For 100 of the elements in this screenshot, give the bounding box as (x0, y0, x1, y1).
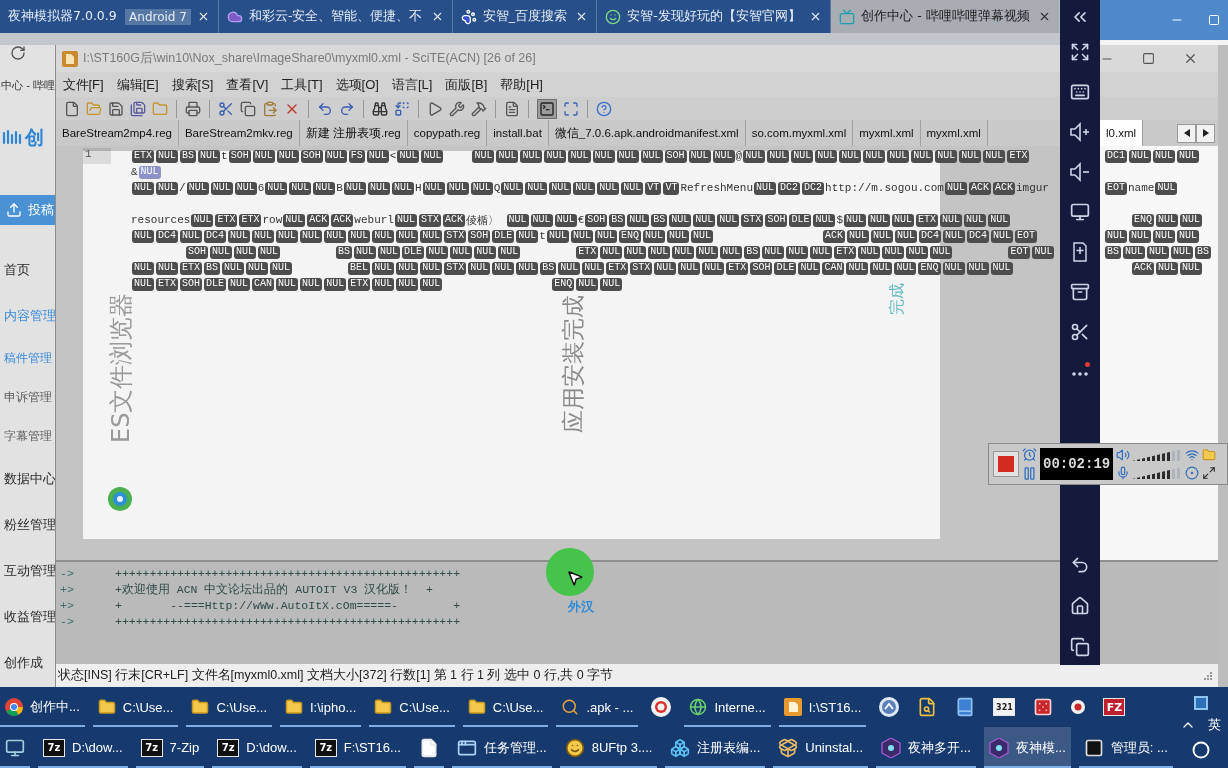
help-icon[interactable] (596, 100, 612, 117)
taskbar-button[interactable]: 创作中... (0, 687, 85, 727)
record-icon (651, 697, 672, 717)
home-icon[interactable] (1070, 596, 1090, 616)
pause-icon[interactable] (1022, 466, 1037, 481)
square-icon[interactable] (1193, 696, 1208, 711)
alarm-clock-icon[interactable] (1022, 447, 1037, 462)
archive-icon[interactable] (1070, 282, 1090, 302)
menu-item[interactable]: 语言[L] (385, 75, 439, 94)
output-text: + --===Http://wWw.AutoItX.cOm=====- + (115, 598, 461, 612)
taskbar-button[interactable]: Interne... (684, 687, 771, 727)
speaker-icon[interactable] (1116, 448, 1131, 462)
menu-item[interactable]: 编辑[E] (110, 75, 166, 94)
play-icon[interactable] (427, 100, 443, 117)
taskbar-button[interactable]: 任务管理... (451, 727, 552, 768)
control-character: NUL (1180, 213, 1203, 227)
scissors-icon[interactable] (1070, 322, 1090, 342)
monitor-icon[interactable] (1070, 202, 1090, 222)
menu-item[interactable]: 帮助[H] (493, 75, 550, 94)
floppy-disks-icon[interactable] (130, 100, 146, 117)
recent-apps-icon[interactable] (1070, 637, 1090, 657)
document-icon[interactable] (504, 100, 520, 117)
nav-item[interactable]: 创作成 (0, 640, 55, 686)
editor-text: http://m.sogou.com (825, 182, 944, 194)
taskbar-button[interactable]: .apk - ... (556, 687, 639, 727)
menu-item[interactable]: 面版[B] (438, 75, 494, 94)
control-character: ETX (132, 149, 154, 163)
taskbar-button[interactable]: 7z D:\dow... (212, 727, 302, 768)
taskbar-button[interactable]: 夜神模... (983, 727, 1071, 768)
control-character: NUL (1177, 229, 1200, 243)
undo-icon[interactable] (317, 100, 333, 117)
taskbar-button[interactable]: C:\Use... (92, 687, 179, 727)
expand-arrows-icon[interactable] (1202, 466, 1217, 480)
menu-item[interactable]: 工具[T] (274, 75, 330, 94)
dot-ring-icon[interactable] (1185, 466, 1200, 480)
nav-item[interactable]: 粉丝管理 (0, 502, 55, 548)
expand-icon[interactable] (1070, 42, 1090, 62)
keyboard-icon[interactable] (1070, 82, 1090, 102)
printer-icon[interactable] (185, 100, 201, 117)
browser-tab[interactable]: 和彩云-安全、智能、便捷、不 (218, 0, 453, 33)
taskbar-button[interactable]: 管理员: ... (1078, 727, 1173, 768)
back-icon[interactable] (1070, 555, 1090, 575)
nav-item[interactable]: 收益管理 (0, 594, 55, 640)
ring-icon[interactable] (1191, 740, 1210, 759)
close-icon[interactable] (1183, 51, 1198, 66)
taskbar-button[interactable]: FZ (1098, 687, 1131, 727)
redo-icon[interactable] (339, 100, 355, 117)
fullscreen-icon[interactable] (563, 100, 579, 117)
stop-button[interactable] (993, 451, 1019, 477)
page-title: 中心 - 哔哩 (0, 78, 55, 93)
browser-tab[interactable]: 夜神模拟器7.0.0.9 Android 7 (0, 0, 219, 33)
hammer-icon[interactable] (471, 100, 487, 117)
taskbar-button[interactable]: 7z F:\ST16... (309, 727, 406, 768)
browser-tab[interactable]: 创作中心 - 哔哩哔哩弹幕视频 (831, 0, 1060, 33)
control-character: EOT (1008, 245, 1031, 259)
clipboard-icon[interactable] (262, 100, 278, 117)
input-language: 英 (1208, 716, 1221, 735)
maximize-icon[interactable] (1142, 52, 1155, 65)
nav-subitem[interactable]: 字幕管理 (0, 417, 55, 456)
browser-tab[interactable]: 安智_百度搜索 (452, 0, 598, 33)
control-character: NUL (935, 149, 958, 163)
control-character: NUL (988, 213, 1011, 227)
taskbar-button[interactable]: I:\ipho... (280, 687, 362, 727)
reload-icon[interactable] (10, 45, 26, 61)
taskbar-button[interactable]: I:\ST16... (778, 687, 867, 727)
taskbar-button[interactable]: 8UFtp 3.... (559, 727, 658, 768)
control-character: NUL (1180, 261, 1203, 275)
add-file-icon[interactable] (1070, 242, 1090, 262)
menu-item[interactable]: 文件[F] (56, 75, 111, 94)
taskbar-button[interactable]: 注册表编... (665, 727, 766, 768)
replace-icon[interactable] (394, 100, 410, 117)
nav-item[interactable]: 互动管理 (0, 548, 55, 594)
wrench-icon[interactable] (449, 100, 465, 117)
volume-down-icon[interactable] (1070, 162, 1090, 182)
taskbar-button[interactable]: Uninstal... (773, 727, 869, 768)
taskbar-button[interactable]: C:\Use... (462, 687, 549, 727)
terminal-icon (1083, 737, 1104, 758)
taskbar-button[interactable]: 夜神多开... (876, 727, 976, 768)
nav-subitem[interactable]: 申诉管理 (0, 378, 55, 417)
taskbar-button[interactable]: 7z 7-Zip (135, 727, 205, 768)
timer-display: 00:02:19 (1040, 448, 1114, 480)
file-icon[interactable] (64, 100, 80, 117)
scroll-left-button[interactable] (1177, 123, 1196, 143)
binoculars-icon[interactable] (372, 100, 388, 117)
nav-item[interactable]: 数据中心 (0, 456, 55, 502)
taskbar-button[interactable]: C:\Use... (369, 687, 455, 727)
file-tab[interactable]: l0.xml (1100, 120, 1144, 146)
editor-text: 倰楯〉 (466, 213, 500, 228)
nav-item[interactable]: 首页 (0, 247, 55, 293)
scroll-right-button[interactable] (1196, 123, 1215, 143)
taskbar-button[interactable]: 321 (988, 687, 1021, 727)
taskbar-button[interactable]: C:\Use... (186, 687, 272, 727)
menu-item[interactable]: 搜索[S] (165, 75, 220, 94)
menu-item[interactable]: 查看[V] (220, 75, 275, 94)
menu-item[interactable]: 选项[O] (329, 75, 386, 94)
copy-icon[interactable] (240, 100, 256, 117)
volume-up-icon[interactable] (1070, 122, 1090, 142)
output-toggle-button[interactable] (537, 98, 557, 119)
microphone-icon[interactable] (1116, 466, 1131, 480)
taskbar-button[interactable]: 7z D:\dow... (38, 727, 128, 768)
